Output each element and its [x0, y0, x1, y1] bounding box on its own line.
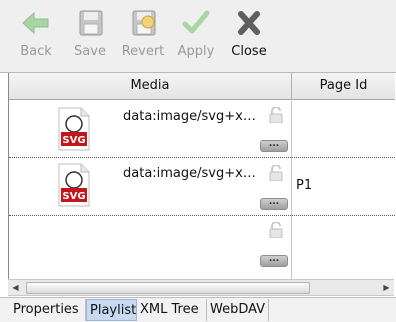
back-button[interactable]: Back — [14, 6, 58, 66]
save-button[interactable]: Save — [70, 6, 110, 66]
scrollbar-thumb[interactable] — [26, 282, 310, 294]
tab-xml-tree[interactable]: XML Tree — [137, 299, 207, 321]
tab-webdav[interactable]: WebDAV — [207, 299, 269, 321]
column-header-page-id[interactable]: Page Id — [292, 73, 395, 99]
close-x-icon — [238, 11, 260, 35]
media-cell: data:image/svg+x… — [123, 166, 256, 181]
tab-playlist[interactable]: Playlist — [86, 299, 137, 321]
table-row[interactable]: SVG data:image/svg+x… ... — [9, 100, 395, 156]
lock-icon[interactable] — [269, 107, 283, 123]
save-label: Save — [74, 44, 106, 59]
svg-badge-text: SVG — [62, 135, 85, 146]
apply-button[interactable]: Apply — [174, 6, 218, 66]
checkmark-icon — [182, 10, 210, 34]
back-label: Back — [20, 44, 52, 59]
toolbar: Back Save Revert Apply Close — [0, 0, 396, 73]
revert-button[interactable]: Revert — [118, 6, 168, 66]
grid-header: Media Page Id — [9, 73, 395, 100]
more-button[interactable]: ... — [260, 255, 288, 267]
horizontal-scrollbar[interactable]: ◀ ▶ — [8, 279, 394, 296]
panel-tabs: Properties Playlist XML Tree WebDAV — [0, 297, 396, 322]
more-button[interactable]: ... — [260, 140, 288, 152]
lock-icon[interactable] — [269, 165, 283, 181]
table-row[interactable]: SVG data:image/svg+x… ... P1 — [9, 158, 395, 214]
media-cell: data:image/svg+x… — [123, 109, 256, 124]
revert-icon — [132, 10, 156, 36]
close-label: Close — [231, 44, 267, 59]
table-row[interactable]: ... — [9, 216, 395, 272]
apply-label: Apply — [177, 44, 215, 59]
svg-file-icon: SVG — [58, 107, 90, 151]
playlist-grid: Media Page Id SVG data:image/svg+x… ... … — [8, 73, 395, 279]
svg-file-icon: SVG — [58, 163, 90, 207]
svg-badge-text: SVG — [62, 191, 85, 202]
floppy-disk-icon — [79, 10, 103, 36]
more-button[interactable]: ... — [260, 198, 288, 210]
page-id-cell: P1 — [296, 178, 313, 193]
lock-icon[interactable] — [269, 222, 283, 238]
tab-properties[interactable]: Properties — [10, 299, 86, 321]
back-arrow-icon — [22, 11, 49, 35]
scroll-right-arrow-icon[interactable]: ▶ — [379, 280, 394, 295]
column-header-media[interactable]: Media — [9, 73, 292, 99]
scroll-left-arrow-icon[interactable]: ◀ — [8, 280, 23, 295]
revert-label: Revert — [121, 44, 165, 59]
close-button[interactable]: Close — [226, 6, 272, 66]
